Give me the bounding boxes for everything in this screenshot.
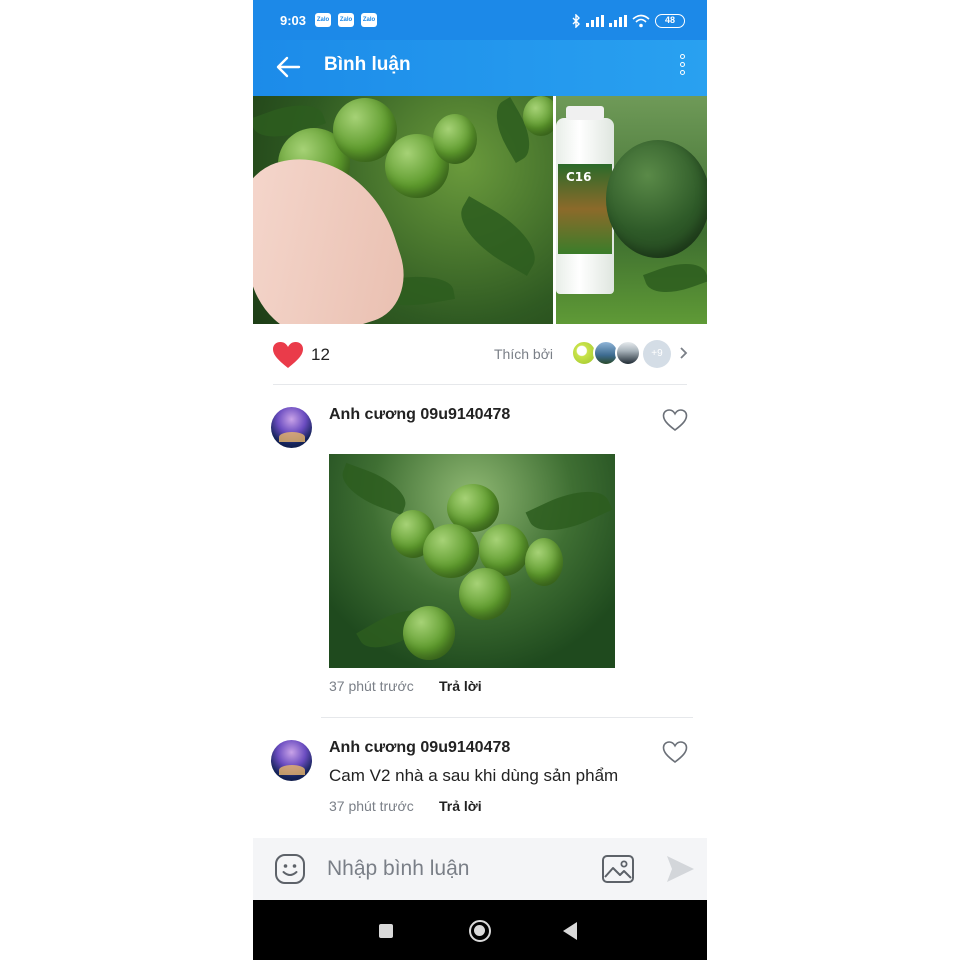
- post-photo-oranges-hand[interactable]: [253, 96, 553, 324]
- page-title: Bình luận: [324, 54, 411, 75]
- comment-time: 37 phút trước: [329, 798, 414, 814]
- comment-photo-oranges[interactable]: [329, 454, 615, 668]
- comment-author[interactable]: Anh cương 09u9140478: [329, 406, 510, 424]
- likes-row: 12 Thích bởi +9: [253, 324, 707, 384]
- chevron-right-icon[interactable]: [677, 344, 689, 362]
- signal-icon: [609, 15, 627, 27]
- heart-outline-icon[interactable]: [662, 408, 688, 432]
- image-icon[interactable]: [601, 853, 635, 885]
- product-bottle: C16: [556, 106, 614, 294]
- comment-input-bar: [253, 838, 707, 900]
- post-photo-product-bottle[interactable]: C16: [556, 96, 707, 324]
- zalo-notification-icon: Zalo: [338, 13, 354, 27]
- status-icons: 48: [571, 13, 685, 29]
- commenter-avatar[interactable]: [271, 740, 312, 781]
- commenter-avatar[interactable]: [271, 407, 312, 448]
- reply-button[interactable]: Trả lời: [439, 798, 482, 814]
- status-bar: 9:03 Zalo Zalo Zalo 48: [253, 0, 707, 40]
- heart-filled-icon[interactable]: [272, 341, 304, 369]
- bluetooth-icon: [572, 14, 580, 28]
- comment-text: Cam V2 nhà a sau khi dùng sản phẩm: [329, 766, 619, 785]
- liked-by-label[interactable]: Thích bởi: [494, 346, 553, 362]
- emoji-icon[interactable]: [274, 853, 306, 885]
- status-time: 9:03: [280, 13, 307, 28]
- battery-icon: 48: [655, 14, 685, 28]
- app-header: Bình luận: [253, 40, 707, 96]
- phone-screen: 9:03 Zalo Zalo Zalo 48 Bình luận C16 12 …: [253, 0, 707, 960]
- system-nav-bar: [253, 900, 707, 960]
- more-vertical-icon[interactable]: [677, 54, 687, 80]
- home-icon[interactable]: [469, 920, 491, 942]
- nav-back-icon[interactable]: [563, 922, 577, 940]
- recent-apps-icon[interactable]: [379, 924, 393, 938]
- wifi-icon: [632, 14, 650, 28]
- comment-item: Anh cương 09u9140478 Cam V2 nhà a sau kh…: [253, 736, 707, 826]
- like-count: 12: [311, 345, 330, 364]
- liker-avatar[interactable]: [615, 340, 641, 366]
- divider: [321, 717, 693, 718]
- zalo-notification-icon: Zalo: [315, 13, 331, 27]
- comment-time: 37 phút trước: [329, 678, 414, 694]
- more-likers-badge[interactable]: +9: [643, 340, 671, 368]
- post-photos: C16: [253, 96, 707, 324]
- back-arrow-icon[interactable]: [273, 52, 303, 82]
- comment-input[interactable]: [327, 850, 589, 888]
- comment-author[interactable]: Anh cương 09u9140478: [329, 739, 510, 757]
- divider: [273, 384, 687, 385]
- signal-icon: [586, 15, 604, 27]
- reply-button[interactable]: Trả lời: [439, 678, 482, 694]
- zalo-notification-icon: Zalo: [361, 13, 377, 27]
- heart-outline-icon[interactable]: [662, 740, 688, 764]
- send-icon[interactable]: [664, 853, 696, 885]
